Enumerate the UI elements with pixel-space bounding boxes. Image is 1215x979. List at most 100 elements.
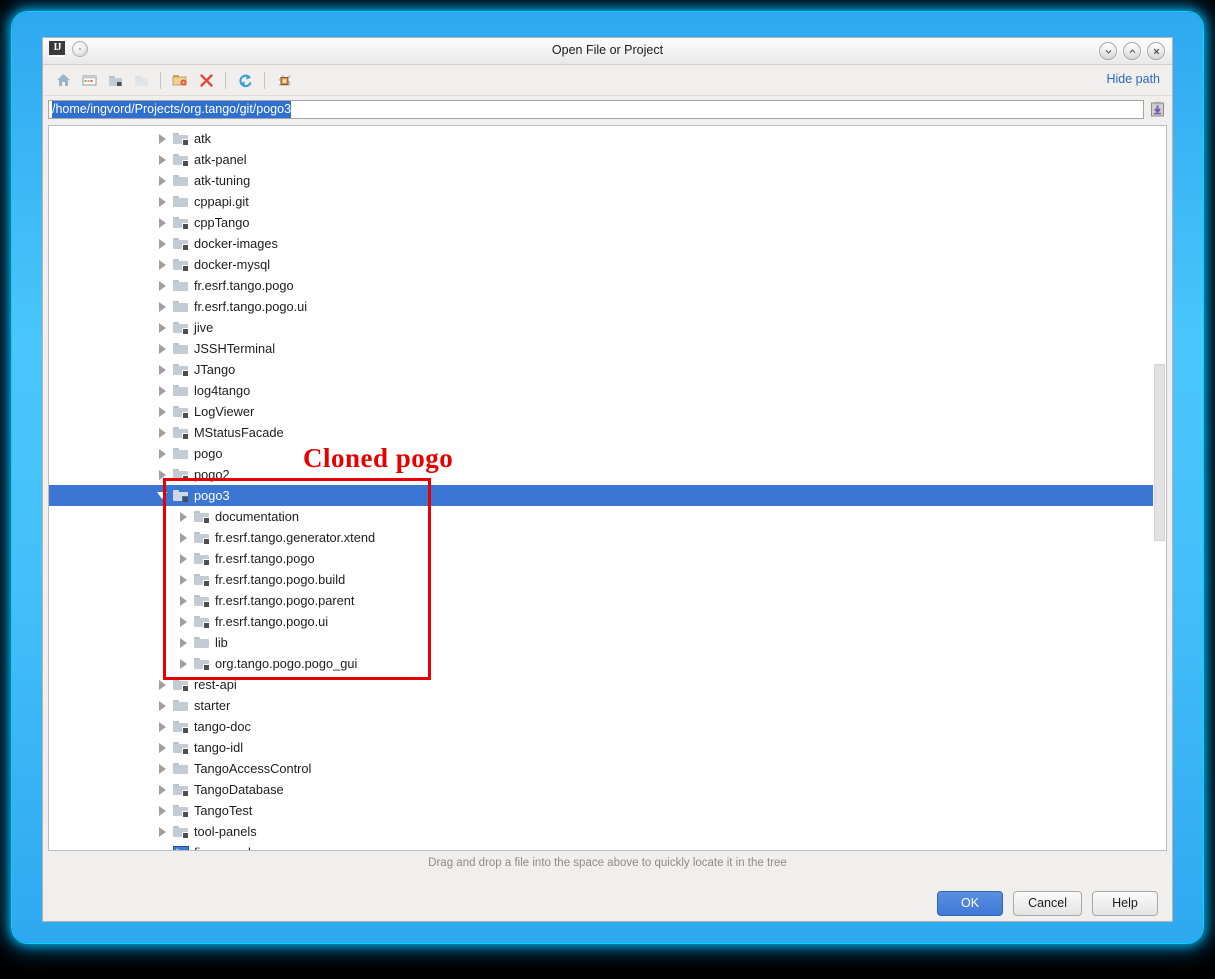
open-file-dialog: IJ Open File or Project Hide path /home/… (42, 37, 1173, 922)
tree-row[interactable]: MStatusFacade (49, 422, 1166, 443)
expand-triangle-icon[interactable] (157, 322, 168, 333)
tree-row[interactable]: fr.esrf.tango.pogo.parent (49, 590, 1166, 611)
module-folder-icon (194, 615, 210, 629)
expand-triangle-icon[interactable] (178, 595, 189, 606)
desktop-window-frame: IJ Open File or Project Hide path /home/… (12, 12, 1203, 943)
hide-path-link[interactable]: Hide path (1106, 72, 1160, 86)
shell-script-icon: >_ (173, 846, 189, 850)
expand-triangle-icon[interactable] (157, 259, 168, 270)
expand-triangle-icon[interactable] (178, 511, 189, 522)
close-icon[interactable] (1147, 42, 1165, 60)
expand-triangle-icon[interactable] (157, 154, 168, 165)
tree-row[interactable]: TangoAccessControl (49, 758, 1166, 779)
tree-row[interactable]: docker-mysql (49, 254, 1166, 275)
expand-triangle-icon[interactable] (157, 469, 168, 480)
folder-icon (173, 174, 189, 188)
file-tree-panel[interactable]: atk atk-panel atk-tuning cppapi.git cppTango… (48, 125, 1167, 851)
tree-row[interactable]: JSSHTerminal (49, 338, 1166, 359)
delete-icon[interactable] (194, 68, 218, 92)
home-icon[interactable] (51, 68, 75, 92)
tree-row[interactable]: LogViewer (49, 401, 1166, 422)
desktop-icon[interactable] (77, 68, 101, 92)
tree-row[interactable]: JTango (49, 359, 1166, 380)
minimize-icon[interactable] (1099, 42, 1117, 60)
dialog-footer: OK Cancel Help (43, 877, 1172, 921)
cancel-button[interactable]: Cancel (1013, 890, 1082, 916)
tree-row[interactable]: starter (49, 695, 1166, 716)
expand-triangle-icon[interactable] (157, 343, 168, 354)
tree-row[interactable]: fr.esrf.tango.pogo (49, 275, 1166, 296)
expand-triangle-icon[interactable] (178, 553, 189, 564)
help-button[interactable]: Help (1092, 890, 1158, 916)
module-folder-icon (129, 68, 153, 92)
expand-triangle-icon[interactable] (157, 826, 168, 837)
tree-row[interactable]: tool-panels (49, 821, 1166, 842)
tree-row[interactable]: TangoTest (49, 800, 1166, 821)
tree-row[interactable]: fr.esrf.tango.pogo (49, 548, 1166, 569)
expand-triangle-icon[interactable] (157, 763, 168, 774)
expand-triangle-icon[interactable] (157, 217, 168, 228)
collapse-triangle-icon[interactable] (157, 490, 168, 501)
expand-triangle-icon[interactable] (157, 133, 168, 144)
tree-scrollbar-thumb[interactable] (1154, 364, 1165, 541)
show-hidden-icon[interactable] (272, 68, 296, 92)
expand-triangle-icon[interactable] (157, 721, 168, 732)
expand-triangle-icon[interactable] (157, 280, 168, 291)
tree-row[interactable]: atk (49, 128, 1166, 149)
tree-row[interactable]: org.tango.pogo.pogo_gui (49, 653, 1166, 674)
tree-row[interactable]: cppTango (49, 212, 1166, 233)
expand-triangle-icon[interactable] (178, 658, 189, 669)
expand-triangle-icon[interactable] (157, 238, 168, 249)
tree-row[interactable]: pogo2 (49, 464, 1166, 485)
tree-row[interactable]: tango-doc (49, 716, 1166, 737)
expand-triangle-icon[interactable] (178, 616, 189, 627)
tree-row[interactable]: jive (49, 317, 1166, 338)
expand-triangle-icon[interactable] (157, 301, 168, 312)
expand-triangle-icon[interactable] (157, 784, 168, 795)
tree-row-label: tango-idl (194, 740, 244, 755)
expand-triangle-icon[interactable] (157, 196, 168, 207)
tree-row[interactable]: pogo (49, 443, 1166, 464)
paste-icon[interactable] (1147, 98, 1167, 120)
expand-triangle-icon[interactable] (157, 679, 168, 690)
tree-row[interactable]: fr.esrf.tango.pogo.ui (49, 296, 1166, 317)
expand-triangle-icon[interactable] (157, 805, 168, 816)
expand-triangle-icon[interactable] (178, 532, 189, 543)
tree-row[interactable]: fr.esrf.tango.generator.xtend (49, 527, 1166, 548)
expand-triangle-icon[interactable] (178, 637, 189, 648)
tree-row-label: cppapi.git (194, 194, 249, 209)
tree-row[interactable]: TangoDatabase (49, 779, 1166, 800)
tree-row-label: pogo2 (194, 467, 230, 482)
tree-row[interactable]: pogo3 (49, 485, 1166, 506)
ok-button[interactable]: OK (937, 890, 1004, 916)
expand-triangle-icon[interactable] (157, 448, 168, 459)
expand-triangle-icon[interactable] (157, 427, 168, 438)
tree-row-label: atk (194, 131, 212, 146)
expand-triangle-icon[interactable] (157, 385, 168, 396)
tree-row[interactable]: documentation (49, 506, 1166, 527)
tree-row[interactable]: lib (49, 632, 1166, 653)
project-folder-icon[interactable] (103, 68, 127, 92)
tree-row[interactable]: cppapi.git (49, 191, 1166, 212)
tree-row[interactable]: docker-images (49, 233, 1166, 254)
path-input[interactable]: /home/ingvord/Projects/org.tango/git/pog… (48, 99, 1144, 119)
expand-triangle-icon[interactable] (157, 406, 168, 417)
refresh-icon[interactable] (233, 68, 257, 92)
tree-scrollbar[interactable] (1153, 126, 1166, 850)
expand-triangle-icon[interactable] (157, 364, 168, 375)
expand-triangle-icon[interactable] (157, 742, 168, 753)
expand-triangle-icon[interactable] (157, 175, 168, 186)
maximize-icon[interactable] (1123, 42, 1141, 60)
expand-triangle-icon[interactable] (178, 574, 189, 585)
tree-row[interactable]: fr.esrf.tango.pogo.build (49, 569, 1166, 590)
tree-row[interactable]: fr.esrf.tango.pogo.ui (49, 611, 1166, 632)
expand-triangle-icon[interactable] (157, 700, 168, 711)
tree-row[interactable]: rest-api (49, 674, 1166, 695)
folder-icon (173, 762, 189, 776)
tree-row[interactable]: log4tango (49, 380, 1166, 401)
tree-row[interactable]: >_ fix_user.sh (49, 842, 1166, 850)
tree-row[interactable]: tango-idl (49, 737, 1166, 758)
tree-row[interactable]: atk-tuning (49, 170, 1166, 191)
new-folder-icon[interactable] (168, 68, 192, 92)
tree-row[interactable]: atk-panel (49, 149, 1166, 170)
